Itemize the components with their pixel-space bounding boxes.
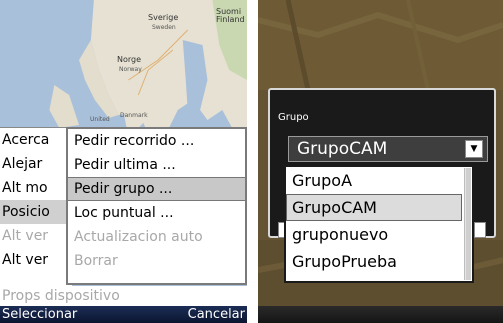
position-submenu: Pedir recorrido ... Pedir ultima ... Ped…: [66, 127, 247, 285]
menu-item-alt-mode[interactable]: Alt mo: [0, 176, 72, 200]
select-softkey[interactable]: Seleccionar: [2, 306, 77, 323]
dropdown-scrollbar[interactable]: [464, 168, 471, 280]
dialog-title: Grupo: [278, 112, 309, 123]
menu-item-acerca[interactable]: Acerca: [0, 128, 72, 152]
group-dropdown-list: GrupoA GrupoCAM gruponuevo GrupoPrueba: [284, 165, 474, 283]
submenu-item-pedir-ultima[interactable]: Pedir ultima ...: [68, 153, 245, 177]
submenu-item-pedir-recorrido[interactable]: Pedir recorrido ...: [68, 129, 245, 153]
dropdown-scrollbar-thumb[interactable]: [466, 168, 471, 280]
submenu-item-pedir-grupo[interactable]: Pedir grupo ...: [68, 177, 245, 201]
group-select-value: GrupoCAM: [297, 139, 388, 159]
menu-item-alejar[interactable]: Alejar: [0, 152, 72, 176]
dropdown-option-grupoa[interactable]: GrupoA: [286, 167, 462, 194]
submenu-item-actualizacion-auto: Actualizacion auto: [74, 229, 203, 245]
dropdown-option-grupoprueba[interactable]: GrupoPrueba: [286, 248, 462, 275]
left-phone-screen: Sverige Sweden Suomi Finland Norge Norwa…: [0, 0, 250, 323]
triangle-down-icon[interactable]: ▼: [465, 140, 483, 158]
map-label-sweden-en: Sweden: [152, 24, 176, 31]
menu-item-posicion[interactable]: Posicio: [0, 200, 72, 224]
group-select[interactable]: GrupoCAM ▼: [288, 136, 488, 162]
map-label-uk: United: [90, 116, 110, 123]
softkey-bar-dimmed: [258, 306, 503, 323]
options-menu: Acerca Alejar Alt mo Posicio Alt ver Alt…: [0, 127, 72, 303]
map-label-norway: Norge: [117, 55, 142, 64]
menu-item-alt-ver[interactable]: Alt ver: [0, 248, 72, 272]
map-label-denmark: Danmark: [120, 112, 148, 119]
dialog-right-button[interactable]: [474, 222, 486, 238]
dropdown-option-gruponuevo[interactable]: gruponuevo: [286, 221, 462, 248]
map-label-sweden: Sverige: [148, 13, 179, 22]
menu-item-alt-ver-disabled: Alt ver: [2, 228, 49, 244]
map-label-norway-en: Norway: [119, 66, 142, 73]
softkey-bar: Seleccionar Cancelar: [0, 306, 247, 323]
cancel-softkey[interactable]: Cancelar: [188, 306, 245, 323]
map-label-finland: Suomi Finland: [216, 7, 245, 24]
dropdown-option-grupocam[interactable]: GrupoCAM: [286, 194, 462, 221]
submenu-item-borrar: Borrar: [74, 253, 118, 269]
menu-item-props-dispositivo: Props dispositivo: [0, 286, 247, 306]
submenu-item-loc-puntual[interactable]: Loc puntual ...: [68, 201, 245, 225]
right-phone-screen: Grupo GrupoCAM ▼ GrupoA GrupoCAM gruponu…: [258, 0, 503, 323]
